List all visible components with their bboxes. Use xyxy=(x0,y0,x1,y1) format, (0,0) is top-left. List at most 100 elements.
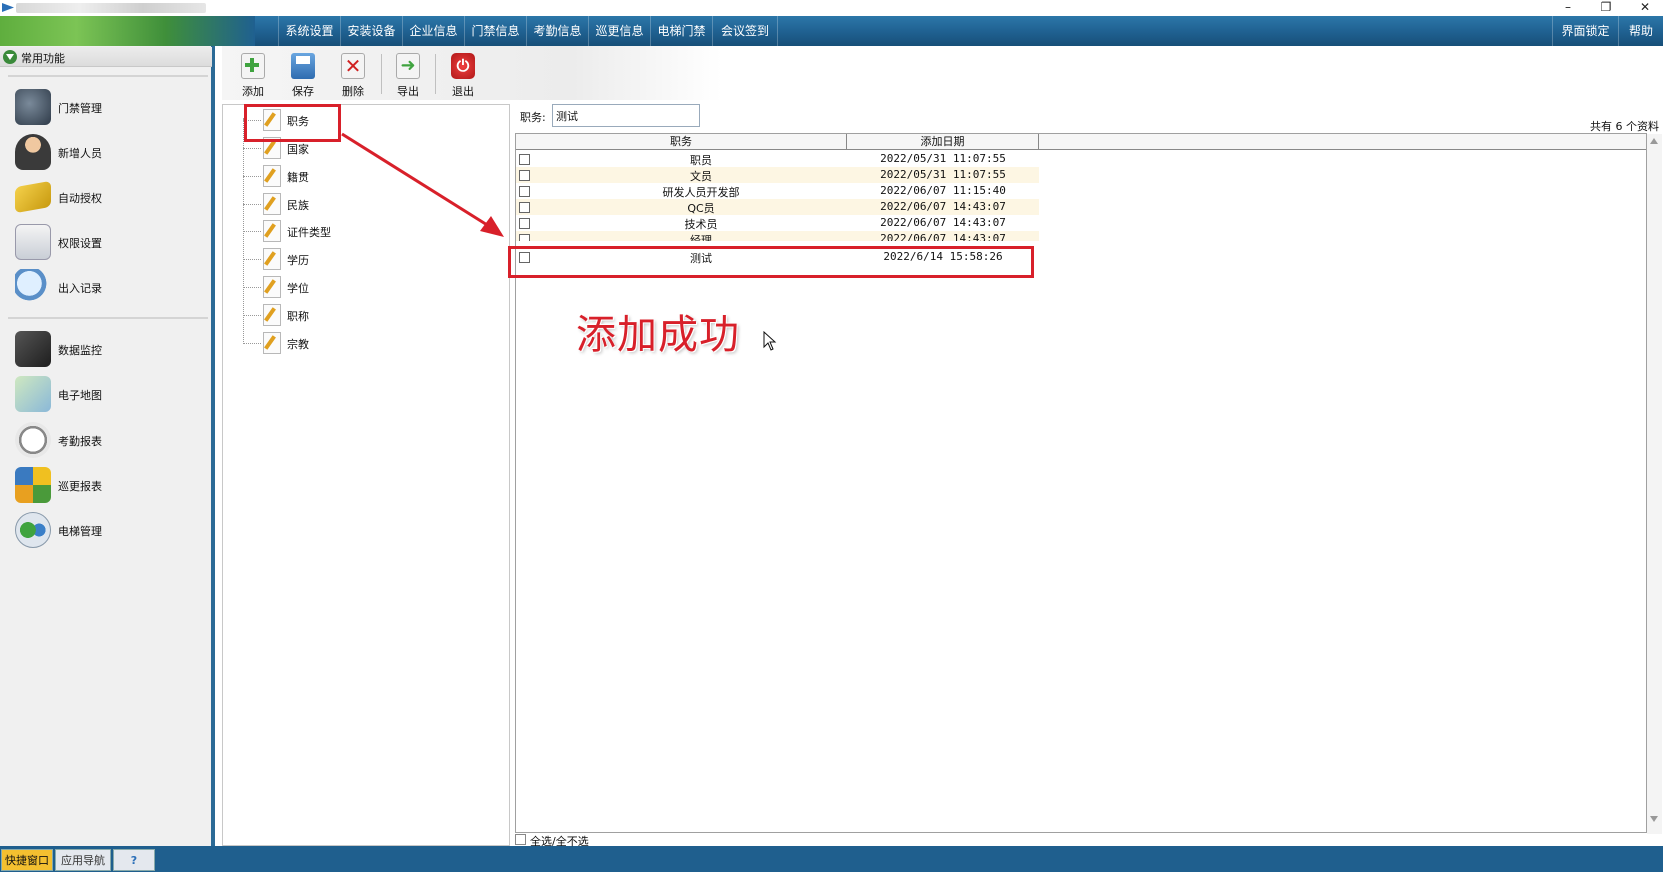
row-checkbox[interactable] xyxy=(519,218,530,229)
window-title-blurred xyxy=(16,3,206,13)
scroll-down-icon[interactable] xyxy=(1650,816,1658,822)
tree-item-label: 宗教 xyxy=(287,338,309,351)
sidebar-item-access-records[interactable]: 出入记录 xyxy=(10,266,205,308)
magnifier-icon xyxy=(15,269,51,305)
position-input[interactable] xyxy=(552,104,700,127)
menu-help[interactable]: 帮助 xyxy=(1618,16,1663,46)
table-row[interactable]: 职员 2022/05/31 11:07:55 xyxy=(516,151,1039,167)
highlight-box-tree xyxy=(244,104,341,142)
row-checkbox[interactable] xyxy=(519,170,530,181)
sidebar-item-label: 门禁管理 xyxy=(58,102,102,115)
edit-document-icon xyxy=(263,220,281,242)
menu-lock-screen[interactable]: 界面锁定 xyxy=(1552,16,1618,46)
record-count: 共有 6 个资料 xyxy=(1590,120,1659,133)
annotation-arrow xyxy=(341,132,504,237)
sidebar-item-patrol-report[interactable]: 巡更报表 xyxy=(10,464,205,506)
select-all-checkbox[interactable] xyxy=(515,834,526,845)
cell-date: 2022/06/07 14:43:07 xyxy=(880,216,1006,229)
tab-app-navigation[interactable]: 应用导航 xyxy=(55,849,111,871)
menu-patrol-info[interactable]: 巡更信息 xyxy=(588,16,650,46)
sidebar-item-permission-settings[interactable]: 权限设置 xyxy=(10,221,205,263)
person-icon xyxy=(15,134,51,170)
restore-button[interactable]: ❐ xyxy=(1588,0,1624,16)
delete-icon: ✕ xyxy=(341,53,365,79)
title-bar xyxy=(0,0,1663,16)
mouse-cursor-icon xyxy=(763,331,777,351)
exit-button[interactable]: ⏻ 退出 xyxy=(440,50,486,98)
select-all-label: 全选/全不选 xyxy=(530,835,589,848)
clock-icon xyxy=(15,422,51,458)
table-row[interactable]: 经理 2022/06/07 14:43:07 xyxy=(516,231,1039,241)
table-row[interactable]: QC员 2022/06/07 14:43:07 xyxy=(516,199,1039,215)
column-header-filler xyxy=(1039,134,1646,150)
menu-access-info[interactable]: 门禁信息 xyxy=(464,16,526,46)
sidebar-item-data-monitor[interactable]: 数据监控 xyxy=(10,328,205,370)
column-header-position[interactable]: 职务 xyxy=(516,134,847,150)
tab-quick-window[interactable]: 快捷窗口 xyxy=(1,849,53,871)
close-button[interactable]: ✕ xyxy=(1627,0,1663,16)
tree-item-religion[interactable]: 宗教 xyxy=(243,331,473,355)
menu-install-devices[interactable]: 安装设备 xyxy=(340,16,402,46)
export-button-label: 导出 xyxy=(397,85,419,98)
cell-date: 2022/05/31 11:07:55 xyxy=(880,152,1006,165)
menu-meeting-signin[interactable]: 会议签到 xyxy=(712,16,778,46)
sidebar-item-new-person[interactable]: 新增人员 xyxy=(10,131,205,173)
table-row[interactable]: 研发人员开发部 2022/06/07 11:15:40 xyxy=(516,183,1039,199)
position-field-label: 职务: xyxy=(520,111,546,124)
add-button-label: 添加 xyxy=(242,85,264,98)
exit-button-label: 退出 xyxy=(452,85,474,98)
tree-item-education[interactable]: 学历 xyxy=(243,247,473,271)
help-icon[interactable]: ? xyxy=(113,849,155,871)
cell-date: 2022/06/07 14:43:07 xyxy=(880,232,1006,241)
row-checkbox[interactable] xyxy=(519,186,530,197)
map-icon xyxy=(15,376,51,412)
collapse-arrow-icon[interactable] xyxy=(3,50,17,64)
cell-date: 2022/06/07 14:43:07 xyxy=(880,200,1006,213)
cell-position: 职员 xyxy=(690,154,712,167)
cell-position: 文员 xyxy=(690,170,712,183)
success-annotation: 添加成功 xyxy=(576,312,740,358)
sidebar-item-electronic-map[interactable]: 电子地图 xyxy=(10,373,205,415)
tree-item-label: 学历 xyxy=(287,254,309,267)
row-checkbox[interactable] xyxy=(519,154,530,165)
blocks-icon xyxy=(15,467,51,503)
sidebar-item-attendance-report[interactable]: 考勤报表 xyxy=(10,419,205,461)
add-icon xyxy=(241,53,265,79)
save-button[interactable]: 保存 xyxy=(280,50,326,98)
sidebar-item-access-control[interactable]: 门禁管理 xyxy=(10,86,205,128)
row-checkbox[interactable] xyxy=(519,234,530,241)
minimize-button[interactable]: – xyxy=(1550,0,1586,16)
sidebar-item-auto-authorize[interactable]: 自动授权 xyxy=(10,176,205,218)
export-button[interactable]: ➜ 导出 xyxy=(385,50,431,98)
tree-item-title[interactable]: 职称 xyxy=(243,303,473,327)
network-devices-icon xyxy=(15,89,51,125)
column-header-date[interactable]: 添加日期 xyxy=(847,134,1039,150)
tree-item-degree[interactable]: 学位 xyxy=(243,275,473,299)
save-icon xyxy=(291,53,315,79)
add-button[interactable]: 添加 xyxy=(230,50,276,98)
calendar-icon xyxy=(15,224,51,260)
edit-document-icon xyxy=(263,332,281,354)
menu-company-info[interactable]: 企业信息 xyxy=(402,16,464,46)
menu-system-settings[interactable]: 系统设置 xyxy=(278,16,340,46)
status-bar xyxy=(218,846,1663,872)
sidebar-divider xyxy=(8,317,208,319)
tree-item-label: 国家 xyxy=(287,143,309,156)
sidebar-item-elevator-management[interactable]: 电梯管理 xyxy=(10,509,205,551)
table-row[interactable]: 技术员 2022/06/07 14:43:07 xyxy=(516,215,1039,231)
delete-button[interactable]: ✕ 删除 xyxy=(330,50,376,98)
sidebar-header-label: 常用功能 xyxy=(21,52,65,65)
scroll-up-icon[interactable] xyxy=(1650,138,1658,144)
sidebar-item-label: 自动授权 xyxy=(58,192,102,205)
vertical-scrollbar[interactable] xyxy=(1647,134,1662,834)
sidebar-item-label: 权限设置 xyxy=(58,237,102,250)
menu-elevator-access[interactable]: 电梯门禁 xyxy=(650,16,712,46)
sidebar-item-label: 新增人员 xyxy=(58,147,102,160)
table-row[interactable]: 文员 2022/05/31 11:07:55 xyxy=(516,167,1039,183)
menu-attendance-info[interactable]: 考勤信息 xyxy=(526,16,588,46)
row-checkbox[interactable] xyxy=(519,202,530,213)
edit-document-icon xyxy=(263,276,281,298)
tree-item-label: 籍贯 xyxy=(287,171,309,184)
cell-position: 经理 xyxy=(690,234,712,241)
sidebar-item-label: 电梯管理 xyxy=(58,525,102,538)
